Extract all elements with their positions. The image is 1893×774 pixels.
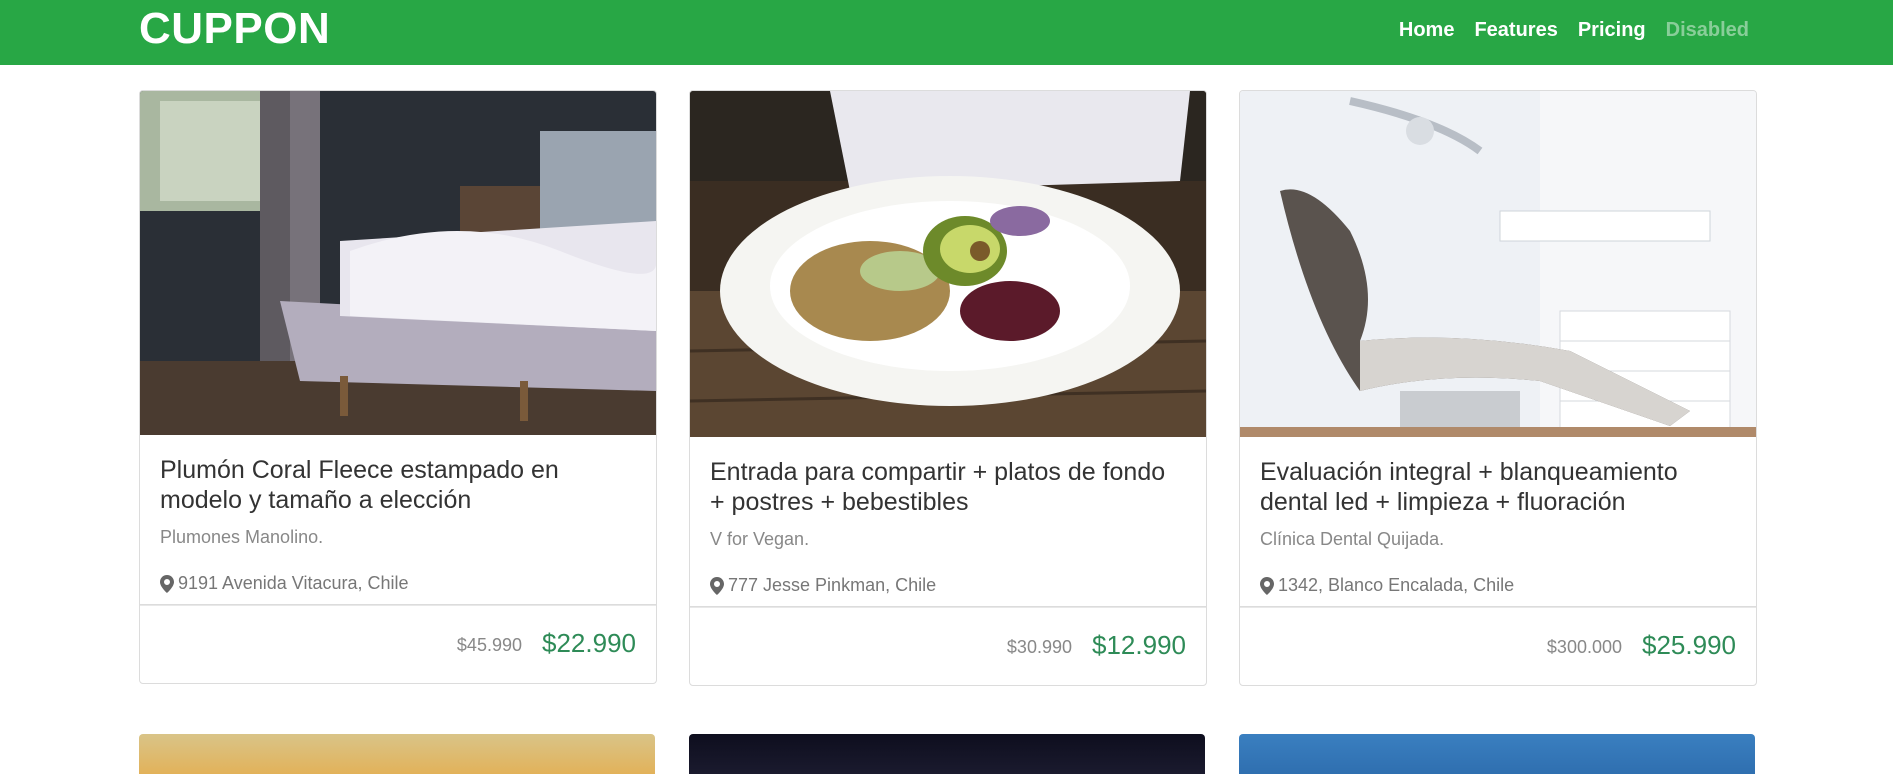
brand-logo[interactable]: CUPPON bbox=[139, 6, 330, 52]
deal-image-vegan-plate[interactable] bbox=[690, 91, 1206, 437]
new-price: $22.990 bbox=[542, 628, 636, 658]
deal-title[interactable]: Evaluación integral + blanqueamiento den… bbox=[1260, 457, 1736, 517]
deal-location-text: 1342, Blanco Encalada, Chile bbox=[1278, 575, 1515, 595]
old-price: $30.990 bbox=[1006, 637, 1072, 657]
deal-card[interactable]: Plumón Coral Fleece estampado en modelo … bbox=[139, 90, 657, 684]
deal-vendor: Clínica Dental Quijada. bbox=[1260, 529, 1445, 549]
nav-pricing[interactable]: Pricing bbox=[1578, 18, 1646, 42]
deal-location: 1342, Blanco Encalada, Chile bbox=[1260, 575, 1736, 596]
deal-card[interactable]: Evaluación integral + blanqueamiento den… bbox=[1239, 90, 1757, 686]
deal-body: Plumón Coral Fleece estampado en modelo … bbox=[140, 435, 656, 605]
nav-home[interactable]: Home bbox=[1399, 18, 1455, 42]
deal-location: 9191 Avenida Vitacura, Chile bbox=[160, 573, 636, 594]
deal-vendor: Plumones Manolino. bbox=[160, 527, 324, 547]
deal-location-text: 777 Jesse Pinkman, Chile bbox=[728, 575, 937, 595]
deal-body: Evaluación integral + blanqueamiento den… bbox=[1240, 437, 1756, 607]
deal-image-bedroom[interactable] bbox=[140, 91, 656, 435]
deal-vendor: V for Vegan. bbox=[710, 529, 810, 549]
old-price: $45.990 bbox=[456, 635, 522, 655]
deal-title[interactable]: Entrada para compartir + platos de fondo… bbox=[710, 457, 1186, 517]
map-marker-icon bbox=[710, 576, 724, 595]
map-marker-icon bbox=[1260, 576, 1274, 595]
new-price: $12.990 bbox=[1092, 630, 1186, 660]
deal-image-dental-chair[interactable] bbox=[1240, 91, 1756, 437]
deal-image-partial[interactable] bbox=[139, 734, 655, 774]
deal-image-partial[interactable] bbox=[1239, 734, 1755, 774]
navbar: CUPPON Home Features Pricing Disabled bbox=[0, 0, 1893, 65]
nav-links: Home Features Pricing Disabled bbox=[1399, 18, 1749, 42]
deal-location-text: 9191 Avenida Vitacura, Chile bbox=[178, 573, 409, 593]
deal-title[interactable]: Plumón Coral Fleece estampado en modelo … bbox=[160, 455, 636, 515]
map-marker-icon bbox=[160, 574, 174, 593]
deal-card[interactable]: Entrada para compartir + platos de fondo… bbox=[689, 90, 1207, 686]
nav-features[interactable]: Features bbox=[1474, 18, 1557, 42]
old-price: $300.000 bbox=[1546, 637, 1622, 657]
nav-disabled: Disabled bbox=[1665, 19, 1749, 41]
deal-footer: $30.990 $12.990 bbox=[690, 607, 1206, 685]
deal-image-partial[interactable] bbox=[689, 734, 1205, 774]
deal-location: 777 Jesse Pinkman, Chile bbox=[710, 575, 1186, 596]
deal-footer: $45.990 $22.990 bbox=[140, 605, 656, 683]
new-price: $25.990 bbox=[1642, 630, 1736, 660]
deal-body: Entrada para compartir + platos de fondo… bbox=[690, 437, 1206, 607]
deal-footer: $300.000 $25.990 bbox=[1240, 607, 1756, 685]
